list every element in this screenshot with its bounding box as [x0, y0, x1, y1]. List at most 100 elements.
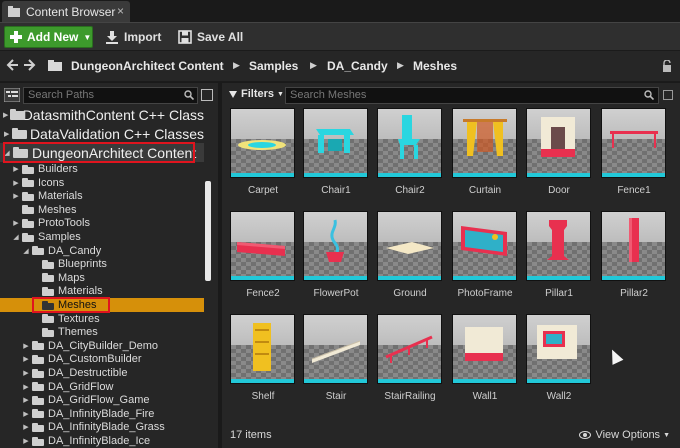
collapsed-arrow-icon[interactable]: ▶: [22, 396, 30, 404]
breadcrumb-separator-icon[interactable]: ▶: [233, 60, 240, 71]
folder-icon: [22, 205, 34, 215]
asset-tile-shelf[interactable]: [230, 314, 295, 384]
tree-item-da-candy[interactable]: ◢ DA_Candy: [0, 244, 204, 258]
save-search-icon[interactable]: [663, 90, 673, 100]
tree-item-blueprints[interactable]: Blueprints: [0, 257, 204, 271]
asset-tile-chair1[interactable]: [303, 108, 368, 178]
tree-item-da-destructible[interactable]: ▶ DA_Destructible: [0, 366, 204, 380]
tree-item-label: DA_GridFlow_Game: [48, 394, 150, 407]
asset-tile-wall2[interactable]: [526, 314, 591, 384]
collapsed-arrow-icon[interactable]: ▶: [12, 219, 20, 227]
breadcrumb-samples[interactable]: Samples: [249, 59, 298, 73]
tree-item-prototools[interactable]: ▶ ProtoTools: [0, 216, 204, 230]
tree-item-dungeonarchitect-content[interactable]: ◢ DungeonArchitect Content: [0, 143, 204, 162]
tree-item-da-gridflow[interactable]: ▶ DA_GridFlow: [0, 380, 204, 394]
back-arrow-icon[interactable]: [6, 59, 20, 73]
fence2-mesh-icon: [237, 242, 285, 256]
breadcrumb-separator-icon[interactable]: ▶: [397, 60, 404, 71]
tree-item-label: Textures: [58, 312, 100, 325]
asset-tile-ground[interactable]: [377, 211, 442, 281]
forward-arrow-icon[interactable]: [24, 59, 38, 73]
asset-thumbnail: [304, 315, 367, 379]
breadcrumb-meshes[interactable]: Meshes: [413, 59, 457, 73]
tree-item-da-gridflow-game[interactable]: ▶ DA_GridFlow_Game: [0, 393, 204, 407]
sources-tree-icon[interactable]: [3, 87, 21, 103]
collapsed-arrow-icon[interactable]: ▶: [22, 369, 30, 377]
asset-tile-chair2[interactable]: [377, 108, 442, 178]
add-new-label: Add New: [27, 30, 79, 44]
flowerpot-mesh-icon: [326, 219, 344, 262]
tree-item-da-infinityblade-grass[interactable]: ▶ DA_InfinityBlade_Grass: [0, 420, 204, 434]
save-search-icon[interactable]: [201, 89, 213, 101]
collapsed-arrow-icon[interactable]: ▶: [22, 342, 30, 350]
breadcrumb-separator-icon[interactable]: ▶: [310, 60, 317, 71]
close-icon[interactable]: ×: [117, 5, 124, 17]
expanded-arrow-icon[interactable]: ◢: [3, 149, 11, 157]
asset-type-bar: [378, 379, 441, 383]
folder-tree: ▶ DatasmithContent C++ Class ▶ DataValidati…: [0, 105, 204, 448]
view-options-label: View Options: [595, 429, 661, 441]
sources-search-row: Search Paths: [0, 86, 218, 106]
collapsed-arrow-icon[interactable]: ▶: [22, 355, 30, 363]
tree-item-label: DA_CustomBuilder: [48, 353, 142, 366]
import-button[interactable]: Import: [105, 28, 161, 46]
tree-item-meshes[interactable]: Meshes: [0, 298, 204, 312]
breadcrumb-dungeonarchitect-content[interactable]: DungeonArchitect Content: [71, 59, 224, 73]
asset-tile-photoframe[interactable]: [452, 211, 517, 281]
asset-tile-wall1[interactable]: [452, 314, 517, 384]
tree-item-datasmithcontent-c-class[interactable]: ▶ DatasmithContent C++ Class: [0, 105, 204, 124]
tree-item-textures[interactable]: Textures: [0, 312, 204, 326]
tree-item-label: DA_InfinityBlade_Fire: [48, 407, 155, 420]
asset-tile-stair[interactable]: [303, 314, 368, 384]
tree-item-samples[interactable]: ◢ Samples: [0, 230, 204, 244]
pillar1-mesh-icon: [547, 220, 569, 260]
expanded-arrow-icon[interactable]: ◢: [22, 247, 30, 255]
asset-tile-pillar2[interactable]: [601, 211, 666, 281]
tree-item-materials[interactable]: ▶ Materials: [0, 189, 204, 203]
collapsed-arrow-icon[interactable]: ▶: [22, 383, 30, 391]
tree-item-themes[interactable]: Themes: [0, 325, 204, 339]
breadcrumb-da-candy[interactable]: DA_Candy: [327, 59, 388, 73]
lock-icon[interactable]: [662, 59, 672, 72]
tree-item-builders[interactable]: ▶ Builders: [0, 162, 204, 176]
folder-icon: [42, 314, 54, 324]
collapsed-arrow-icon[interactable]: ▶: [22, 410, 30, 418]
tree-scrollbar-thumb[interactable]: [205, 181, 211, 281]
save-all-button[interactable]: Save All: [178, 28, 243, 46]
expanded-arrow-icon[interactable]: ◢: [12, 233, 20, 241]
collapsed-arrow-icon[interactable]: ▶: [12, 192, 20, 200]
tree-item-maps[interactable]: Maps: [0, 271, 204, 285]
view-options-button[interactable]: View Options ▼: [579, 429, 670, 441]
asset-tile-fence2[interactable]: [230, 211, 295, 281]
asset-tile-fence1[interactable]: [601, 108, 666, 178]
tree-item-da-infinityblade-fire[interactable]: ▶ DA_InfinityBlade_Fire: [0, 407, 204, 421]
tree-item-da-custombuilder[interactable]: ▶ DA_CustomBuilder: [0, 352, 204, 366]
tree-item-meshes[interactable]: Meshes: [0, 203, 204, 217]
folder-icon: [22, 178, 34, 188]
collapsed-arrow-icon[interactable]: ▶: [12, 165, 20, 173]
collapsed-arrow-icon[interactable]: ▶: [22, 437, 30, 445]
add-new-button[interactable]: Add New ▼: [4, 26, 93, 48]
search-paths-input[interactable]: Search Paths: [23, 87, 198, 104]
asset-tile-flowerpot[interactable]: [303, 211, 368, 281]
collapsed-arrow-icon[interactable]: ▶: [22, 423, 30, 431]
tab-title: Content Browser: [26, 4, 116, 19]
asset-tile-carpet[interactable]: [230, 108, 295, 178]
tab-content-browser[interactable]: Content Browser ×: [2, 1, 130, 22]
tree-item-da-infinityblade-ice[interactable]: ▶ DA_InfinityBlade_Ice: [0, 434, 204, 448]
search-meshes-input[interactable]: Search Meshes: [285, 87, 659, 104]
tree-item-label: DatasmithContent C++ Class: [22, 106, 204, 123]
filters-button[interactable]: Filters ▼: [229, 88, 284, 100]
asset-tile-pillar1[interactable]: [526, 211, 591, 281]
tree-item-da-citybuilder-demo[interactable]: ▶ DA_CityBuilder_Demo: [0, 339, 204, 353]
asset-tile-curtain[interactable]: [452, 108, 517, 178]
asset-tile-door[interactable]: [526, 108, 591, 178]
tree-item-label: Samples: [38, 231, 81, 243]
collapsed-arrow-icon[interactable]: ▶: [3, 130, 10, 138]
collapsed-arrow-icon[interactable]: ▶: [12, 179, 20, 187]
tree-item-materials[interactable]: Materials: [0, 284, 204, 298]
collapsed-arrow-icon[interactable]: ▶: [3, 111, 8, 119]
tree-item-icons[interactable]: ▶ Icons: [0, 176, 204, 190]
asset-tile-stairrailing[interactable]: [377, 314, 442, 384]
tree-item-datavalidation-c-classes[interactable]: ▶ DataValidation C++ Classes: [0, 124, 204, 143]
